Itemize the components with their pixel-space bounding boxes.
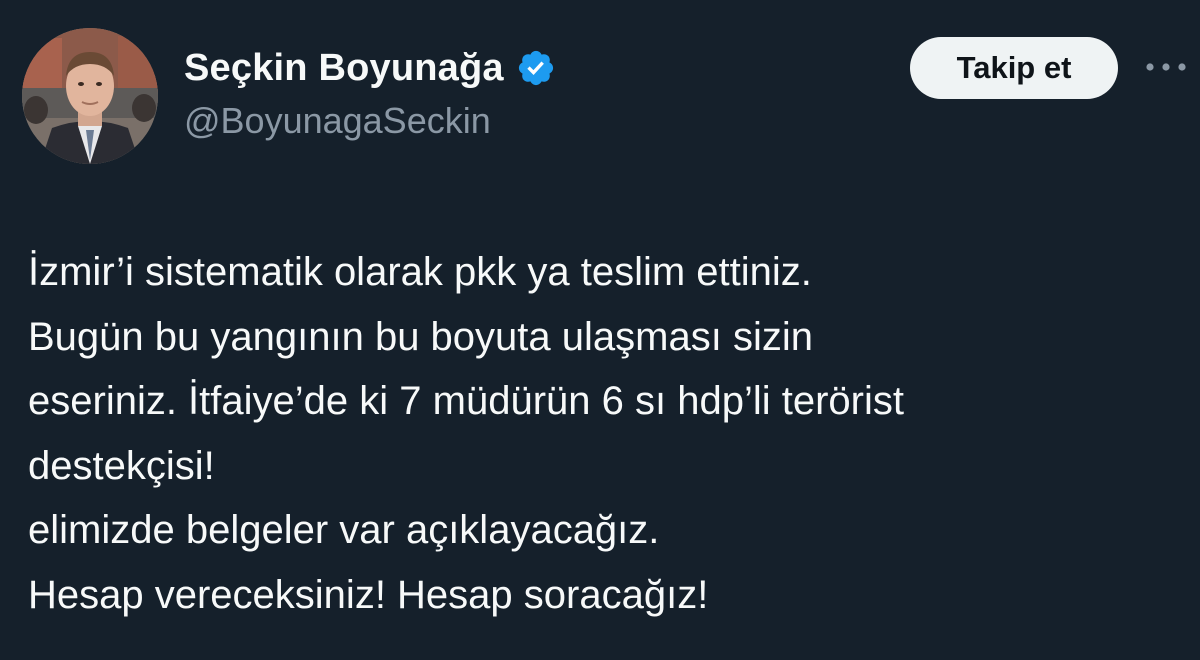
tweet-text: İzmir’i sistematik olarak pkk ya teslim … <box>28 240 1188 627</box>
author-name-row: Seçkin Boyunağa <box>184 42 556 94</box>
tweet-text-line: Hesap vereceksiniz! Hesap soracağız! <box>28 572 709 617</box>
author-avatar[interactable] <box>22 28 158 164</box>
follow-button[interactable]: Takip et <box>910 37 1118 99</box>
more-horizontal-icon <box>1146 63 1186 71</box>
tweet-text-line: elimizde belgeler var açıklayacağız. <box>28 508 660 552</box>
tweet-text-line: eseriniz. İtfaiye’de ki 7 müdürün 6 sı h… <box>28 379 904 423</box>
tweet-text-line: İzmir’i sistematik olarak pkk ya teslim … <box>28 250 812 294</box>
verified-badge-icon[interactable] <box>516 48 556 88</box>
author-handle[interactable]: @BoyunagaSeckin <box>184 100 491 142</box>
tweet-text-line: destekçisi! <box>28 443 215 488</box>
more-options-button[interactable] <box>1142 52 1190 82</box>
avatar-photo <box>22 28 158 164</box>
tweet-text-line: Bugün bu yangının bu boyuta ulaşması siz… <box>28 314 813 359</box>
tweet-card: Seçkin Boyunağa @BoyunagaSeckin Takip et… <box>0 0 1200 660</box>
author-display-name[interactable]: Seçkin Boyunağa <box>184 47 504 90</box>
